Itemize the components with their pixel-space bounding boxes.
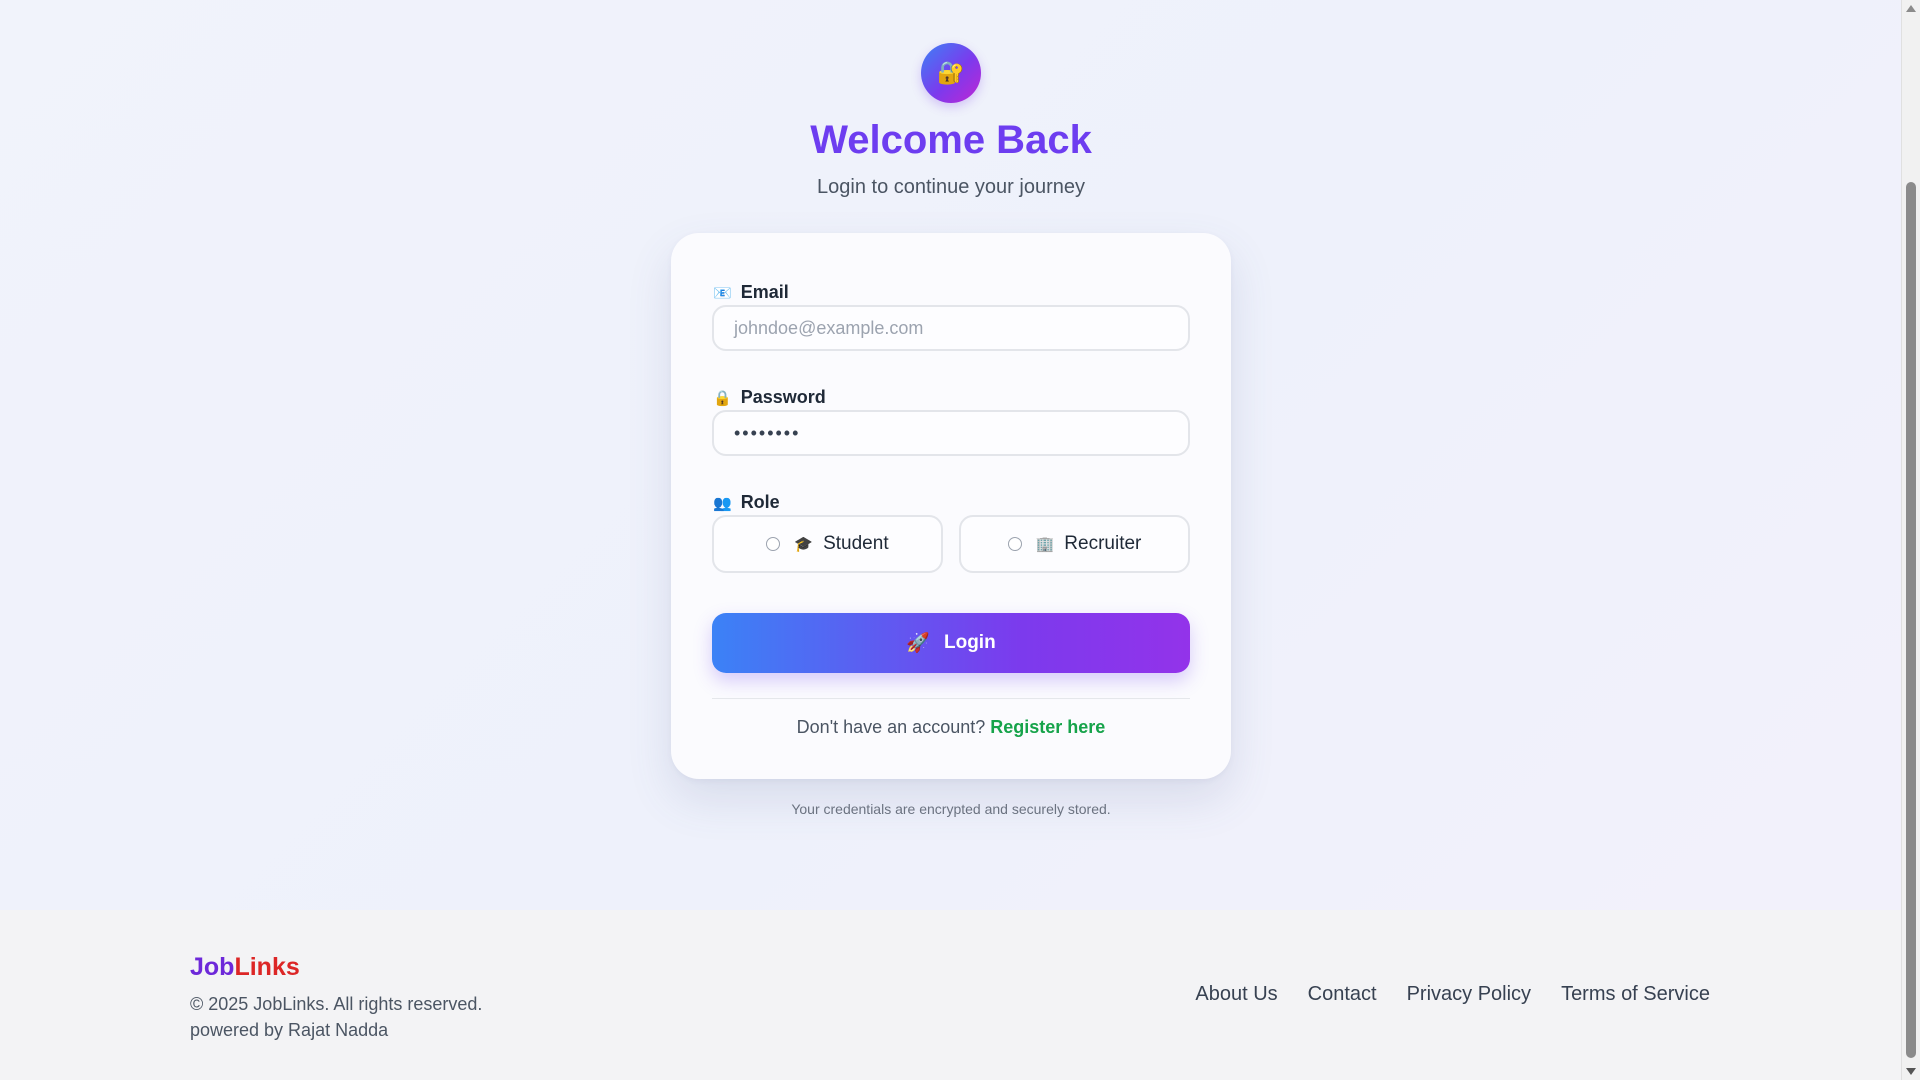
security-note: Your credentials are encrypted and secur… — [791, 801, 1111, 817]
divider — [712, 698, 1190, 699]
footer-link-about-us[interactable]: About Us — [1195, 983, 1277, 1006]
vertical-scrollbar[interactable] — [1901, 0, 1920, 1080]
register-prompt-text: Don't have an account? — [796, 717, 986, 737]
copyright-text: © 2025 JobLinks. All rights reserved. — [190, 994, 483, 1014]
main-content: 🔐 Welcome Back Login to continue your jo… — [0, 0, 1902, 910]
scrollbar-thumb[interactable] — [1906, 182, 1916, 1058]
recruiter-radio[interactable] — [1007, 537, 1022, 551]
register-link[interactable]: Register here — [990, 717, 1105, 737]
footer-link-terms-of-service[interactable]: Terms of Service — [1561, 983, 1710, 1006]
password-label: 🔒 Password — [713, 387, 826, 408]
scroll-down-arrow-icon[interactable] — [1906, 1068, 1916, 1075]
footer: JobLinks © 2025 JobLinks. All rights res… — [0, 910, 1902, 1080]
email-icon: 📧 — [713, 284, 732, 302]
register-prompt: Don't have an account? Register here — [671, 717, 1231, 738]
role-label: 👥 Role — [713, 492, 780, 513]
email-placeholder: johndoe@example.com — [734, 317, 924, 338]
scroll-up-arrow-icon[interactable] — [1906, 5, 1916, 12]
student-radio[interactable] — [766, 537, 781, 551]
login-button-label: Login — [943, 632, 996, 653]
footer-brand-logo[interactable]: JobLinks — [190, 953, 300, 982]
office-building-icon: 🏢 — [1035, 536, 1055, 553]
lock-icon: 🔒 — [713, 389, 732, 407]
page-subtitle: Login to continue your journey — [817, 176, 1085, 198]
role-label-text: Role — [740, 492, 780, 512]
footer-link-privacy-policy[interactable]: Privacy Policy — [1407, 983, 1531, 1006]
users-icon: 👥 — [713, 494, 732, 512]
email-label-text: Email — [740, 282, 789, 302]
powered-by-text: powered by Rajat Nadda — [190, 1020, 389, 1040]
login-card: 📧 Email johndoe@example.com 🔒 Password •… — [671, 233, 1231, 779]
email-label: 📧 Email — [713, 282, 789, 303]
role-option-student[interactable]: 🎓 Student — [712, 515, 943, 573]
lock-icon-badge: 🔐 — [921, 43, 981, 103]
lock-icon: 🔐 — [937, 60, 965, 85]
footer-link-contact[interactable]: Contact — [1308, 983, 1377, 1006]
brand-part-links: Links — [234, 953, 300, 981]
graduation-cap-icon: 🎓 — [794, 536, 814, 553]
password-label-text: Password — [740, 387, 826, 407]
role-option-recruiter[interactable]: 🏢 Recruiter — [959, 515, 1190, 573]
login-button[interactable]: 🚀 Login — [712, 613, 1190, 673]
password-value: •••••••• — [734, 422, 801, 443]
brand-part-job: Job — [190, 953, 235, 981]
recruiter-label: Recruiter — [1064, 533, 1142, 554]
email-field[interactable]: johndoe@example.com — [712, 305, 1190, 351]
footer-nav: About Us Contact Privacy Policy Terms of… — [1195, 983, 1710, 1006]
page-title: Welcome Back — [810, 118, 1092, 162]
student-label: Student — [823, 533, 889, 554]
rocket-icon: 🚀 — [906, 633, 930, 654]
password-field[interactable]: •••••••• — [712, 410, 1190, 456]
page: 🔐 Welcome Back Login to continue your jo… — [0, 0, 1902, 1080]
